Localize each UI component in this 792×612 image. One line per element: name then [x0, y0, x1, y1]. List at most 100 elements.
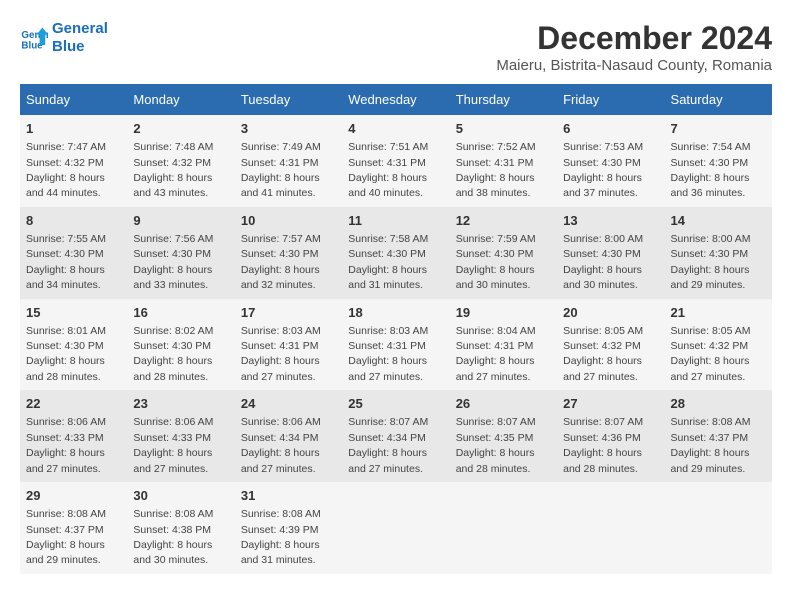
daylight-info: Daylight: 8 hours	[133, 355, 212, 367]
day-cell: 1Sunrise: 7:47 AMSunset: 4:32 PMDaylight…	[20, 115, 127, 207]
daylight-minutes: and 28 minutes.	[133, 371, 208, 383]
day-cell	[450, 482, 557, 574]
daylight-info: Daylight: 8 hours	[133, 172, 212, 184]
daylight-info: Daylight: 8 hours	[456, 264, 535, 276]
day-number: 13	[563, 212, 658, 230]
sunrise-info: Sunrise: 7:51 AM	[348, 141, 428, 153]
sunrise-info: Sunrise: 8:08 AM	[241, 508, 321, 520]
day-number: 1	[26, 120, 121, 138]
sunrise-info: Sunrise: 7:53 AM	[563, 141, 643, 153]
daylight-minutes: and 31 minutes.	[348, 279, 423, 291]
sunrise-info: Sunrise: 8:05 AM	[671, 325, 751, 337]
sunrise-info: Sunrise: 7:49 AM	[241, 141, 321, 153]
sunset-info: Sunset: 4:31 PM	[348, 340, 426, 352]
header-saturday: Saturday	[665, 84, 772, 115]
daylight-info: Daylight: 8 hours	[456, 355, 535, 367]
day-cell: 26Sunrise: 8:07 AMSunset: 4:35 PMDayligh…	[450, 390, 557, 482]
sunset-info: Sunset: 4:30 PM	[456, 248, 534, 260]
sunrise-info: Sunrise: 7:47 AM	[26, 141, 106, 153]
sunset-info: Sunset: 4:33 PM	[26, 432, 104, 444]
daylight-info: Daylight: 8 hours	[348, 172, 427, 184]
logo: General Blue General Blue	[20, 20, 108, 56]
sunset-info: Sunset: 4:34 PM	[348, 432, 426, 444]
daylight-info: Daylight: 8 hours	[241, 355, 320, 367]
sunrise-info: Sunrise: 8:08 AM	[26, 508, 106, 520]
day-cell: 27Sunrise: 8:07 AMSunset: 4:36 PMDayligh…	[557, 390, 664, 482]
daylight-minutes: and 31 minutes.	[241, 554, 316, 566]
daylight-minutes: and 29 minutes.	[671, 279, 746, 291]
daylight-info: Daylight: 8 hours	[563, 355, 642, 367]
header-friday: Friday	[557, 84, 664, 115]
daylight-minutes: and 33 minutes.	[133, 279, 208, 291]
sunset-info: Sunset: 4:30 PM	[348, 248, 426, 260]
sunrise-info: Sunrise: 7:55 AM	[26, 233, 106, 245]
daylight-info: Daylight: 8 hours	[563, 264, 642, 276]
page-title: December 2024	[496, 20, 772, 57]
sunrise-info: Sunrise: 8:00 AM	[563, 233, 643, 245]
week-row-5: 29Sunrise: 8:08 AMSunset: 4:37 PMDayligh…	[20, 482, 772, 574]
daylight-info: Daylight: 8 hours	[671, 264, 750, 276]
sunrise-info: Sunrise: 8:05 AM	[563, 325, 643, 337]
daylight-minutes: and 36 minutes.	[671, 187, 746, 199]
day-number: 22	[26, 395, 121, 413]
daylight-minutes: and 28 minutes.	[456, 463, 531, 475]
day-cell: 9Sunrise: 7:56 AMSunset: 4:30 PMDaylight…	[127, 207, 234, 299]
sunrise-info: Sunrise: 8:08 AM	[133, 508, 213, 520]
day-number: 26	[456, 395, 551, 413]
day-cell: 15Sunrise: 8:01 AMSunset: 4:30 PMDayligh…	[20, 299, 127, 391]
day-number: 11	[348, 212, 443, 230]
sunset-info: Sunset: 4:30 PM	[26, 340, 104, 352]
daylight-info: Daylight: 8 hours	[671, 355, 750, 367]
sunrise-info: Sunrise: 7:56 AM	[133, 233, 213, 245]
day-cell: 22Sunrise: 8:06 AMSunset: 4:33 PMDayligh…	[20, 390, 127, 482]
sunrise-info: Sunrise: 8:06 AM	[26, 416, 106, 428]
sunset-info: Sunset: 4:30 PM	[133, 248, 211, 260]
day-number: 15	[26, 304, 121, 322]
daylight-minutes: and 27 minutes.	[563, 371, 638, 383]
day-number: 18	[348, 304, 443, 322]
day-number: 7	[671, 120, 766, 138]
day-cell: 12Sunrise: 7:59 AMSunset: 4:30 PMDayligh…	[450, 207, 557, 299]
day-number: 17	[241, 304, 336, 322]
sunset-info: Sunset: 4:38 PM	[133, 524, 211, 536]
daylight-minutes: and 27 minutes.	[241, 371, 316, 383]
day-cell: 16Sunrise: 8:02 AMSunset: 4:30 PMDayligh…	[127, 299, 234, 391]
day-number: 10	[241, 212, 336, 230]
sunrise-info: Sunrise: 7:52 AM	[456, 141, 536, 153]
day-number: 30	[133, 487, 228, 505]
logo-line2: Blue	[52, 38, 108, 56]
title-section: December 2024 Maieru, Bistrita-Nasaud Co…	[496, 20, 772, 74]
sunset-info: Sunset: 4:31 PM	[348, 157, 426, 169]
daylight-info: Daylight: 8 hours	[133, 264, 212, 276]
daylight-minutes: and 29 minutes.	[26, 554, 101, 566]
week-row-3: 15Sunrise: 8:01 AMSunset: 4:30 PMDayligh…	[20, 299, 772, 391]
sunset-info: Sunset: 4:31 PM	[241, 340, 319, 352]
sunrise-info: Sunrise: 7:57 AM	[241, 233, 321, 245]
day-cell: 18Sunrise: 8:03 AMSunset: 4:31 PMDayligh…	[342, 299, 449, 391]
day-number: 21	[671, 304, 766, 322]
sunset-info: Sunset: 4:30 PM	[671, 248, 749, 260]
sunset-info: Sunset: 4:31 PM	[241, 157, 319, 169]
daylight-minutes: and 30 minutes.	[133, 554, 208, 566]
week-row-2: 8Sunrise: 7:55 AMSunset: 4:30 PMDaylight…	[20, 207, 772, 299]
day-number: 19	[456, 304, 551, 322]
daylight-info: Daylight: 8 hours	[26, 355, 105, 367]
day-cell: 4Sunrise: 7:51 AMSunset: 4:31 PMDaylight…	[342, 115, 449, 207]
sunset-info: Sunset: 4:32 PM	[133, 157, 211, 169]
day-number: 28	[671, 395, 766, 413]
day-number: 25	[348, 395, 443, 413]
sunset-info: Sunset: 4:32 PM	[563, 340, 641, 352]
day-cell	[557, 482, 664, 574]
day-number: 31	[241, 487, 336, 505]
sunset-info: Sunset: 4:30 PM	[671, 157, 749, 169]
daylight-info: Daylight: 8 hours	[456, 172, 535, 184]
daylight-info: Daylight: 8 hours	[241, 172, 320, 184]
daylight-minutes: and 27 minutes.	[348, 371, 423, 383]
day-number: 24	[241, 395, 336, 413]
day-cell: 25Sunrise: 8:07 AMSunset: 4:34 PMDayligh…	[342, 390, 449, 482]
daylight-info: Daylight: 8 hours	[133, 539, 212, 551]
daylight-info: Daylight: 8 hours	[26, 172, 105, 184]
day-cell: 17Sunrise: 8:03 AMSunset: 4:31 PMDayligh…	[235, 299, 342, 391]
daylight-minutes: and 40 minutes.	[348, 187, 423, 199]
day-cell: 14Sunrise: 8:00 AMSunset: 4:30 PMDayligh…	[665, 207, 772, 299]
